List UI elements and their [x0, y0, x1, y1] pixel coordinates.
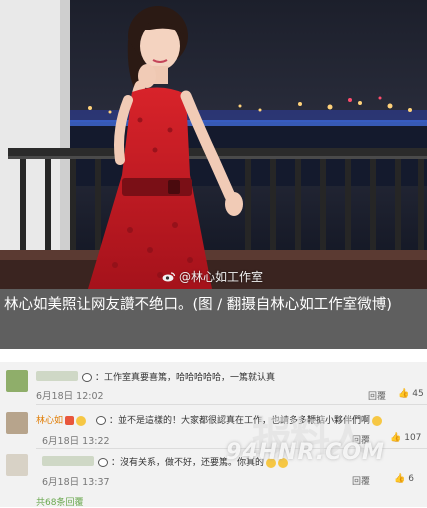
- smile-emoji-icon: [372, 415, 383, 426]
- reply-button[interactable]: 回覆: [352, 474, 370, 487]
- emoji-icon: [76, 415, 87, 426]
- photo-illustration: [0, 0, 427, 289]
- panda-emoji-icon: [82, 373, 92, 382]
- weibo-icon: [162, 272, 176, 282]
- panda-emoji-icon: [96, 416, 106, 425]
- thumbs-up-icon: 👍: [390, 433, 402, 443]
- reply-button[interactable]: 回覆: [368, 389, 386, 402]
- avatar: [6, 370, 28, 392]
- username-redacted: [36, 371, 78, 381]
- verified-badge-icon: [65, 416, 75, 425]
- avatar: [6, 454, 28, 476]
- featured-photo: @林心如工作室: [0, 0, 427, 289]
- more-replies-link[interactable]: 共68条回覆: [36, 495, 83, 508]
- like-button[interactable]: 👍 45: [398, 389, 424, 399]
- like-button[interactable]: 👍 6: [394, 474, 414, 484]
- weibo-watermark-text: @林心如工作室: [179, 270, 264, 284]
- comment-date: 6月18日 12:02: [36, 391, 104, 402]
- comment-text: ：工作室真要喜篤，哈哈哈哈哈，一篤就认真: [82, 370, 275, 383]
- comment-author[interactable]: 林心如: [36, 413, 87, 426]
- comment-date: 6月18日 13:37: [42, 477, 110, 488]
- avatar: [6, 412, 28, 434]
- divider: [36, 404, 427, 405]
- like-button[interactable]: 👍 107: [390, 433, 421, 443]
- panda-emoji-icon: [98, 458, 108, 467]
- thumbs-up-icon: 👍: [398, 389, 410, 399]
- photo-caption: 林心如美照让网友讚不绝口。(图 / 翻摄自林心如工作室微博): [0, 289, 427, 349]
- comment-date: 6月18日 13:22: [42, 436, 110, 447]
- thumbs-up-icon: 👍: [394, 474, 406, 484]
- site-watermark: 94HNR.COM: [226, 440, 385, 465]
- username-redacted: [42, 456, 94, 466]
- weibo-watermark: @林心如工作室: [162, 268, 263, 285]
